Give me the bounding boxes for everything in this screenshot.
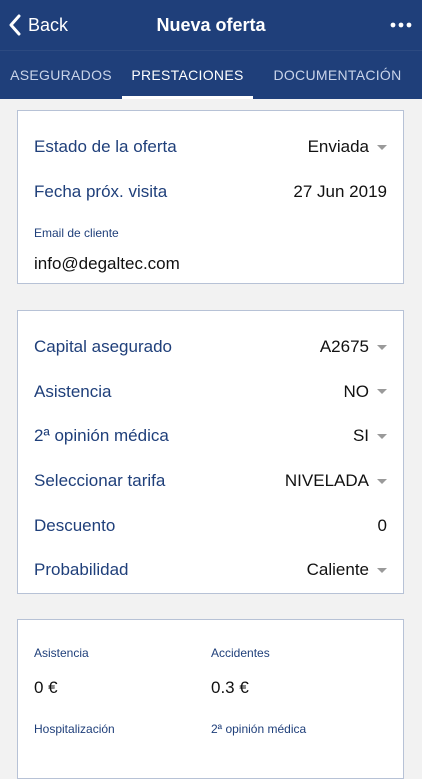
tab-documentacion[interactable]: DOCUMENTACIÓN <box>253 51 422 99</box>
estado-label: Estado de la oferta <box>34 137 177 157</box>
segunda-opinion-summary: 2ª opinión médica <box>211 722 306 736</box>
dropdown-caret-icon <box>377 567 387 573</box>
summary-asistencia-label: Asistencia <box>34 646 89 660</box>
dropdown-caret-icon <box>377 344 387 350</box>
fecha-label: Fecha próx. visita <box>34 181 168 201</box>
capital-row[interactable]: Capital asegurado A2675 <box>18 325 403 370</box>
probabilidad-select[interactable]: Caliente <box>307 560 387 580</box>
asistencia-summary: Asistencia 0 € <box>34 646 89 698</box>
back-label: Back <box>28 14 69 35</box>
dropdown-caret-icon <box>377 389 387 395</box>
tarifa-select[interactable]: NIVELADA <box>285 471 387 491</box>
asistencia-row[interactable]: Asistencia NO <box>18 370 403 415</box>
chevron-left-icon <box>9 14 21 36</box>
estado-value: Enviada <box>307 137 369 157</box>
capital-select[interactable]: A2675 <box>320 337 387 357</box>
asistencia-value: NO <box>343 381 370 401</box>
opinion-value: SI <box>352 426 369 446</box>
more-options-button[interactable] <box>390 0 412 50</box>
opinion-select[interactable]: SI <box>353 426 387 446</box>
probabilidad-row[interactable]: Probabilidad Caliente <box>18 548 403 593</box>
opinion-row[interactable]: 2ª opinión médica SI <box>18 414 403 459</box>
summary-segunda-opinion-label: 2ª opinión médica <box>211 722 307 736</box>
email-field[interactable]: Email de cliente info@degaltec.com <box>18 214 403 274</box>
email-label: Email de cliente <box>34 226 119 241</box>
dropdown-caret-icon <box>377 144 387 150</box>
back-button[interactable]: Back <box>8 0 68 50</box>
accidentes-summary: Accidentes 0.3 € <box>211 646 270 698</box>
summary-asistencia-value: 0 € <box>34 678 58 697</box>
tarifa-value: NIVELADA <box>284 471 369 491</box>
estado-row[interactable]: Estado de la oferta Enviada <box>18 125 403 170</box>
fecha-value[interactable]: 27 Jun 2019 <box>293 182 387 202</box>
offer-card: Estado de la oferta Enviada Fecha próx. … <box>17 110 404 284</box>
tarifa-label: Seleccionar tarifa <box>34 471 166 491</box>
email-value[interactable]: info@degaltec.com <box>34 254 387 274</box>
summary-card: Asistencia 0 € Accidentes 0.3 € Hospital… <box>17 619 404 779</box>
tab-asegurados[interactable]: ASEGURADOS <box>0 51 122 99</box>
estado-select[interactable]: Enviada <box>308 137 387 157</box>
opinion-label: 2ª opinión médica <box>34 426 169 446</box>
capital-label: Capital asegurado <box>34 337 172 357</box>
summary-accidentes-value: 0.3 € <box>211 678 249 697</box>
descuento-label: Descuento <box>34 515 116 535</box>
asistencia-label: Asistencia <box>34 381 112 401</box>
dropdown-caret-icon <box>377 478 387 484</box>
tab-bar: ASEGURADOS PRESTACIONES DOCUMENTACIÓN <box>0 50 422 99</box>
fecha-row[interactable]: Fecha próx. visita 27 Jun 2019 <box>18 170 403 215</box>
header: Back Nueva oferta ASEGURADOS PRESTACIONE… <box>0 0 422 99</box>
hospitalizacion-summary: Hospitalización <box>34 722 115 736</box>
probabilidad-label: Probabilidad <box>34 560 129 580</box>
tab-prestaciones[interactable]: PRESTACIONES <box>122 51 253 99</box>
nav-bar: Back Nueva oferta <box>0 0 422 50</box>
descuento-row[interactable]: Descuento 0 <box>18 503 403 548</box>
benefits-card: Capital asegurado A2675 Asistencia NO 2ª… <box>17 310 404 594</box>
dropdown-caret-icon <box>377 433 387 439</box>
summary-hospitalizacion-label: Hospitalización <box>34 722 115 736</box>
capital-value: A2675 <box>319 337 369 357</box>
more-dots-icon <box>390 22 412 28</box>
summary-accidentes-label: Accidentes <box>211 646 270 660</box>
tarifa-row[interactable]: Seleccionar tarifa NIVELADA <box>18 459 403 504</box>
asistencia-select[interactable]: NO <box>343 381 387 402</box>
probabilidad-value: Caliente <box>306 560 369 580</box>
descuento-value[interactable]: 0 <box>378 516 387 536</box>
